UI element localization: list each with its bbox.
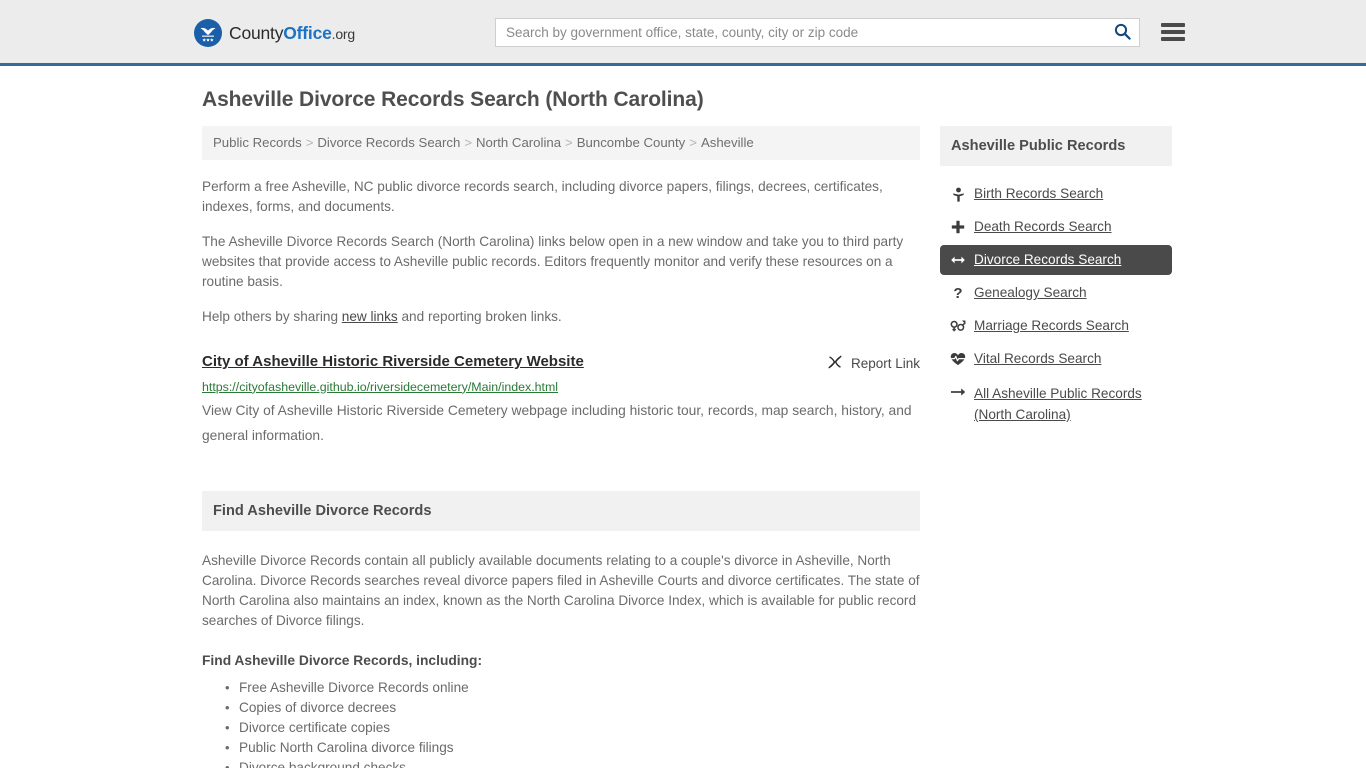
venus-mars-icon bbox=[950, 317, 966, 335]
breadcrumb-separator: > bbox=[565, 135, 573, 150]
site-logo[interactable]: CountyOffice.org bbox=[194, 19, 355, 47]
arrows-left-right-icon bbox=[950, 251, 966, 269]
result-item: City of Asheville Historic Riverside Cem… bbox=[202, 352, 920, 448]
eagle-seal-icon bbox=[194, 19, 222, 47]
result-description: View City of Asheville Historic Riversid… bbox=[202, 402, 912, 443]
sidebar-item-marriage-records[interactable]: Marriage Records Search bbox=[940, 311, 1172, 341]
sidebar-item-label: Genealogy Search bbox=[974, 285, 1087, 300]
heartbeat-icon bbox=[950, 350, 966, 368]
breadcrumb-separator: > bbox=[305, 135, 314, 150]
sidebar-item-genealogy[interactable]: ? Genealogy Search bbox=[940, 278, 1172, 308]
sidebar-item-label: Birth Records Search bbox=[974, 186, 1104, 201]
search-icon bbox=[1114, 23, 1131, 43]
hamburger-bar bbox=[1161, 37, 1185, 41]
intro-paragraph-1: Perform a free Asheville, NC public divo… bbox=[202, 178, 883, 214]
cross-icon bbox=[950, 218, 966, 236]
sidebar: Asheville Public Records Birth Records S… bbox=[940, 126, 1172, 434]
sidebar-item-divorce-records[interactable]: Divorce Records Search bbox=[940, 245, 1172, 275]
sidebar-item-label: Marriage Records Search bbox=[974, 318, 1129, 333]
result-title-link[interactable]: City of Asheville Historic Riverside Cem… bbox=[202, 352, 584, 371]
report-link-label: Report Link bbox=[850, 355, 920, 371]
main-content: Public Records > Divorce Records Search > No… bbox=[202, 126, 920, 768]
result-url[interactable]: https://cityofasheville.github.io/rivers… bbox=[202, 380, 920, 395]
report-link-button[interactable]: Report Link bbox=[827, 352, 920, 373]
search-bar[interactable] bbox=[495, 18, 1140, 47]
breadcrumb-item-public-records[interactable]: Public Records bbox=[213, 135, 302, 150]
intro-paragraph-3: Help others by sharing new links and rep… bbox=[202, 307, 920, 327]
arrow-right-icon bbox=[950, 383, 966, 401]
breadcrumb-item-asheville[interactable]: Asheville bbox=[701, 135, 754, 150]
list-item: Free Asheville Divorce Records online bbox=[225, 678, 920, 698]
section-paragraph: Asheville Divorce Records contain all pu… bbox=[202, 552, 920, 628]
broken-link-icon bbox=[827, 354, 843, 373]
sidebar-item-birth-records[interactable]: Birth Records Search bbox=[940, 179, 1172, 209]
brand-name-part2: Office bbox=[283, 22, 332, 43]
sidebar-item-label: All Asheville Public Records (North Caro… bbox=[974, 386, 1142, 422]
breadcrumb-separator: > bbox=[689, 135, 697, 150]
brand-name-part1: County bbox=[229, 22, 284, 43]
question-mark-icon: ? bbox=[953, 284, 963, 302]
breadcrumb-item-north-carolina[interactable]: North Carolina bbox=[476, 135, 561, 150]
sidebar-item-label: Death Records Search bbox=[974, 219, 1112, 234]
sidebar-heading: Asheville Public Records bbox=[940, 126, 1172, 166]
search-input[interactable] bbox=[496, 19, 1105, 46]
baby-icon bbox=[950, 185, 966, 203]
page-title: Asheville Divorce Records Search (North … bbox=[202, 88, 704, 111]
hamburger-bar bbox=[1161, 23, 1185, 27]
sidebar-item-vital-records[interactable]: Vital Records Search bbox=[940, 344, 1172, 374]
brand-name-tld: .org bbox=[331, 25, 356, 42]
breadcrumb-item-divorce-records-search[interactable]: Divorce Records Search bbox=[317, 135, 460, 150]
site-header: CountyOffice.org bbox=[0, 0, 1366, 66]
sidebar-item-death-records[interactable]: Death Records Search bbox=[940, 212, 1172, 242]
share-text-before: Help others by sharing bbox=[202, 308, 342, 324]
list-item: Divorce certificate copies bbox=[225, 718, 920, 738]
divorce-records-list: Free Asheville Divorce Records online Co… bbox=[202, 678, 920, 768]
sidebar-list: Birth Records Search Death Records Searc… bbox=[940, 179, 1172, 431]
sidebar-item-all-public-records[interactable]: All Asheville Public Records (North Caro… bbox=[940, 377, 1172, 431]
list-item: Divorce background checks bbox=[225, 758, 920, 768]
list-item: Public North Carolina divorce filings bbox=[225, 738, 920, 758]
hamburger-menu-icon[interactable] bbox=[1161, 20, 1185, 44]
sidebar-item-label: Divorce Records Search bbox=[974, 252, 1122, 267]
breadcrumb-separator: > bbox=[464, 135, 473, 150]
breadcrumb-item-buncombe-county[interactable]: Buncombe County bbox=[577, 135, 686, 150]
breadcrumb: Public Records > Divorce Records Search > No… bbox=[202, 126, 920, 160]
list-item: Copies of divorce decrees bbox=[225, 698, 920, 718]
hamburger-bar bbox=[1161, 30, 1185, 34]
section-heading: Find Asheville Divorce Records bbox=[202, 490, 920, 531]
sidebar-item-label: Vital Records Search bbox=[974, 351, 1102, 366]
page-body: Asheville Divorce Records Search (North … bbox=[0, 88, 1366, 768]
new-links-link[interactable]: new links bbox=[342, 309, 398, 324]
intro-paragraph-2: The Asheville Divorce Records Search (No… bbox=[202, 233, 904, 289]
section-subheading: Find Asheville Divorce Records, includin… bbox=[202, 652, 483, 668]
share-text-after: and reporting broken links. bbox=[397, 308, 562, 324]
search-button[interactable] bbox=[1105, 19, 1139, 46]
